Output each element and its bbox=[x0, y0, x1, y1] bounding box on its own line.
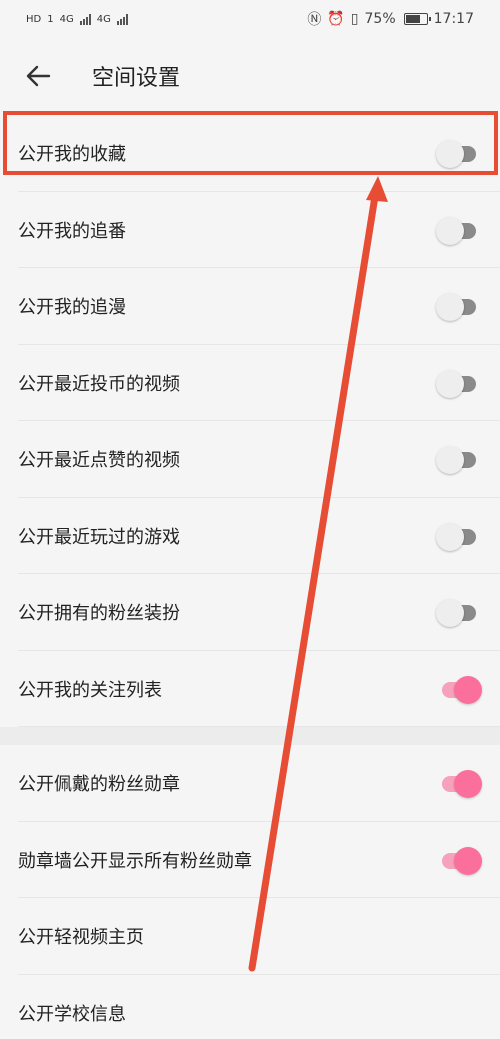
setting-row-liked-videos: 公开最近点赞的视频 bbox=[0, 421, 500, 498]
vibrate-icon: ▯ bbox=[350, 11, 359, 27]
back-button[interactable] bbox=[8, 40, 68, 112]
status-right: Ⓝ ⏰ ▯ 75% 17:17 bbox=[307, 9, 474, 29]
setting-row-following-list: 公开我的关注列表 bbox=[0, 651, 500, 728]
hd-badge: HD bbox=[26, 13, 42, 25]
toggle-switch[interactable] bbox=[436, 599, 482, 628]
settings-list: 公开我的收藏 公开我的追番 公开我的追漫 公开最近投币的视频 公开最近点赞的视频… bbox=[0, 115, 500, 1039]
header-bar: 空间设置 bbox=[0, 40, 500, 112]
clock: 17:17 bbox=[433, 11, 474, 27]
toggle-switch[interactable] bbox=[436, 522, 482, 551]
toggle-switch[interactable] bbox=[436, 675, 482, 704]
setting-label: 公开我的关注列表 bbox=[18, 679, 162, 701]
setting-row-anime: 公开我的追番 bbox=[0, 192, 500, 269]
setting-row-collections: 公开我的收藏 bbox=[0, 115, 500, 192]
toggle-switch[interactable] bbox=[436, 140, 482, 169]
nfc-icon: Ⓝ bbox=[307, 12, 322, 28]
toggle-switch[interactable] bbox=[436, 216, 482, 245]
setting-label: 公开最近玩过的游戏 bbox=[18, 526, 180, 548]
setting-label: 公开轻视频主页 bbox=[18, 927, 144, 949]
setting-row-comics: 公开我的追漫 bbox=[0, 268, 500, 345]
setting-row-coined-videos: 公开最近投币的视频 bbox=[0, 345, 500, 422]
setting-row-medal-wall: 勋章墙公开显示所有粉丝勋章 bbox=[0, 822, 500, 899]
sim-badge: 1 bbox=[47, 13, 54, 25]
battery-icon bbox=[403, 13, 431, 25]
network-label-1: 4G bbox=[59, 13, 74, 25]
arrow-left-icon bbox=[26, 65, 51, 87]
setting-label: 公开我的追漫 bbox=[18, 297, 126, 319]
setting-row-worn-medal: 公开佩戴的粉丝勋章 bbox=[0, 745, 500, 822]
page-title: 空间设置 bbox=[92, 66, 181, 91]
setting-row-fan-outfits: 公开拥有的粉丝装扮 bbox=[0, 574, 500, 651]
battery-fill bbox=[405, 15, 420, 23]
setting-label: 公开拥有的粉丝装扮 bbox=[18, 603, 180, 625]
signal-icon-2 bbox=[116, 13, 128, 25]
toggle-switch[interactable] bbox=[436, 770, 482, 799]
setting-label: 公开我的追番 bbox=[18, 220, 126, 242]
setting-row-games: 公开最近玩过的游戏 bbox=[0, 498, 500, 575]
setting-label: 公开我的收藏 bbox=[18, 144, 126, 166]
section-divider bbox=[0, 727, 500, 745]
setting-row-school-info[interactable]: 公开学校信息 bbox=[0, 975, 500, 1039]
toggle-switch[interactable] bbox=[436, 846, 482, 875]
signal-icon bbox=[79, 13, 91, 25]
setting-label: 公开学校信息 bbox=[18, 1003, 126, 1025]
status-bar: HD 1 4G 4G Ⓝ ⏰ ▯ 75% 17:17 bbox=[0, 0, 500, 38]
setting-row-light-video[interactable]: 公开轻视频主页 bbox=[0, 898, 500, 975]
toggle-switch[interactable] bbox=[436, 293, 482, 322]
setting-label: 勋章墙公开显示所有粉丝勋章 bbox=[18, 850, 252, 872]
toggle-switch[interactable] bbox=[436, 369, 482, 398]
status-left: HD 1 4G 4G bbox=[26, 13, 128, 25]
network-label-2: 4G bbox=[96, 13, 111, 25]
setting-label: 公开最近投币的视频 bbox=[18, 373, 180, 395]
setting-label: 公开最近点赞的视频 bbox=[18, 450, 180, 472]
toggle-switch[interactable] bbox=[436, 446, 482, 475]
alarm-icon: ⏰ bbox=[327, 11, 345, 27]
setting-label: 公开佩戴的粉丝勋章 bbox=[18, 774, 180, 796]
battery-percent: 75% bbox=[364, 11, 396, 27]
